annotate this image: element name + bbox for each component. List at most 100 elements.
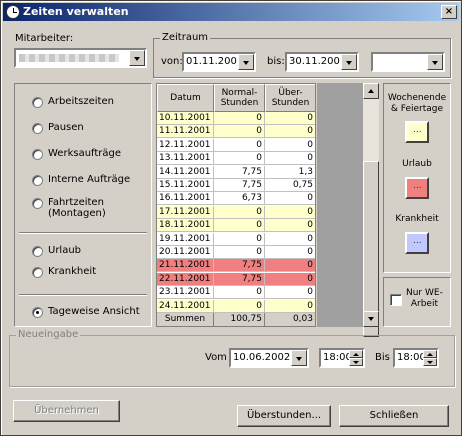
option-label[interactable]: Arbeitszeiten — [48, 96, 114, 107]
hours-table[interactable]: Datum Normal- Stunden Über- Stunden 10.1… — [156, 83, 316, 327]
clock-icon — [6, 5, 20, 19]
uebernehmen-button[interactable]: Übernehmen — [13, 400, 120, 422]
option-label[interactable]: Pausen — [48, 122, 84, 133]
table-cell-normal: 7,75 — [214, 272, 265, 286]
chevron-down-icon[interactable] — [427, 54, 443, 70]
table-cell-over: 0 — [265, 286, 315, 300]
table-cell-over: 0 — [265, 259, 315, 273]
table-cell-over: 0 — [265, 152, 315, 166]
zeitraum-extra-select[interactable] — [371, 52, 445, 72]
table-cell-over: 0 — [265, 299, 315, 313]
table-cell-over: 1,3 — [265, 165, 315, 179]
urlaub-color-button[interactable] — [405, 177, 429, 199]
table-scrollbar[interactable] — [363, 83, 379, 337]
table-cell-over: 0 — [265, 125, 315, 139]
table-cell-date: 21.11.2001 — [157, 259, 214, 273]
table-cell-date: 14.11.2001 — [157, 165, 214, 179]
ueberstunden-button[interactable]: Überstunden... — [237, 405, 331, 427]
table-cell-date: 12.11.2001 — [157, 138, 214, 152]
table-row[interactable]: 21.11.2001 7,75 0 — [157, 259, 315, 273]
nur-we-label: Nur WE- Arbeit — [406, 288, 443, 309]
schliessen-button[interactable]: Schließen — [339, 405, 449, 427]
option-radio[interactable] — [32, 246, 43, 257]
option-radio[interactable] — [32, 123, 43, 134]
table-cell-date: 24.11.2001 — [157, 299, 214, 313]
weekend-color-button[interactable] — [405, 121, 429, 143]
vom-date-value: 10.06.2002 — [233, 352, 291, 363]
table-cell-date: 23.11.2001 — [157, 286, 214, 300]
option-label[interactable]: Fahrtzeiten (Montagen) — [48, 197, 106, 219]
table-cell-over: 0 — [265, 272, 315, 286]
table-cell-date: 15.11.2001 — [157, 179, 214, 192]
table-cell-over: 0 — [265, 219, 315, 233]
table-footer: Summen 100,75 0,03 — [157, 313, 315, 326]
chevron-down-icon[interactable] — [238, 54, 254, 70]
table-row[interactable]: 16.11.2001 6,73 0 — [157, 192, 315, 206]
option-radio[interactable] — [32, 307, 43, 318]
table-row[interactable]: 15.11.2001 7,75 0,75 — [157, 179, 315, 192]
option-label[interactable]: Werksaufträge — [48, 148, 121, 159]
option-label[interactable]: Krankheit — [48, 266, 96, 277]
vom-date-select[interactable]: 10.06.2002 — [229, 348, 309, 368]
table-cell-date: 17.11.2001 — [157, 205, 214, 219]
table-row[interactable]: 11.11.2001 0 0 — [157, 125, 315, 139]
table-row[interactable]: 19.11.2001 0 0 — [157, 232, 315, 246]
option-radio[interactable] — [32, 149, 43, 160]
table-cell-normal: 0 — [214, 138, 265, 152]
table-cell-date: 18.11.2001 — [157, 219, 214, 233]
table-row[interactable]: 10.11.2001 0 0 — [157, 112, 315, 125]
close-button[interactable]: × — [441, 5, 457, 19]
table-header: Datum Normal- Stunden Über- Stunden — [157, 84, 315, 112]
table-cell-date: 10.11.2001 — [157, 112, 214, 125]
neueingabe-title: Neueingabe — [16, 329, 81, 340]
main-window: Zeiten verwalten × Mitarbeiter: Zeitraum… — [0, 0, 462, 436]
chevron-down-icon[interactable] — [341, 54, 357, 70]
table-row[interactable]: 18.11.2001 0 0 — [157, 219, 315, 233]
scroll-up-icon[interactable] — [363, 83, 379, 99]
mitarbeiter-label: Mitarbeiter: — [15, 33, 74, 44]
time-from-spinner[interactable]: 18:00 — [319, 348, 365, 368]
table-row[interactable]: 14.11.2001 7,75 1,3 — [157, 165, 315, 179]
table-cell-over: 0 — [265, 205, 315, 219]
bis-date-select[interactable]: 30.11.2001 — [285, 52, 359, 72]
option-label[interactable]: Interne Aufträge — [48, 174, 130, 185]
option-label[interactable]: Urlaub — [48, 245, 81, 256]
option-radio[interactable] — [32, 267, 43, 278]
table-cell-date: 16.11.2001 — [157, 192, 214, 206]
table-empty-area — [317, 83, 363, 327]
option-radio[interactable] — [32, 175, 43, 186]
option-label[interactable]: Tageweise Ansicht — [48, 306, 140, 317]
footer-normal-sum: 100,75 — [214, 313, 265, 326]
table-row[interactable]: 12.11.2001 0 0 — [157, 138, 315, 152]
table-cell-over: 0 — [265, 138, 315, 152]
spin-down-icon[interactable] — [423, 358, 437, 366]
table-row[interactable]: 24.11.2001 0 0 — [157, 299, 315, 313]
table-cell-date: 22.11.2001 — [157, 272, 214, 286]
table-cell-normal: 0 — [214, 286, 265, 300]
table-row[interactable]: 22.11.2001 7,75 0 — [157, 272, 315, 286]
mitarbeiter-select[interactable] — [14, 48, 147, 68]
scroll-down-icon[interactable] — [363, 311, 379, 327]
table-row[interactable]: 17.11.2001 0 0 — [157, 205, 315, 219]
von-date-select[interactable]: 01.11.2001 — [182, 52, 256, 72]
zeitraum-title: Zeitraum — [160, 32, 211, 43]
krank-color-button[interactable] — [405, 232, 429, 254]
spin-down-icon[interactable] — [349, 358, 363, 366]
spin-up-icon[interactable] — [349, 350, 363, 358]
table-cell-normal: 7,75 — [214, 165, 265, 179]
chevron-down-icon[interactable] — [291, 350, 307, 366]
table-cell-normal: 0 — [214, 299, 265, 313]
spin-up-icon[interactable] — [423, 350, 437, 358]
chevron-down-icon[interactable] — [129, 50, 145, 66]
col-header-ueber[interactable]: Über- Stunden — [265, 84, 315, 112]
option-radio[interactable] — [32, 97, 43, 108]
col-header-normal[interactable]: Normal- Stunden — [214, 84, 265, 112]
option-radio[interactable] — [32, 198, 43, 209]
table-row[interactable]: 23.11.2001 0 0 — [157, 286, 315, 300]
table-row[interactable]: 13.11.2001 0 0 — [157, 152, 315, 166]
table-row[interactable]: 20.11.2001 0 0 — [157, 246, 315, 259]
time-to-spinner[interactable]: 18:00 — [393, 348, 439, 368]
col-header-datum[interactable]: Datum — [157, 84, 214, 112]
table-cell-date: 19.11.2001 — [157, 232, 214, 246]
nur-we-checkbox[interactable] — [390, 294, 402, 306]
